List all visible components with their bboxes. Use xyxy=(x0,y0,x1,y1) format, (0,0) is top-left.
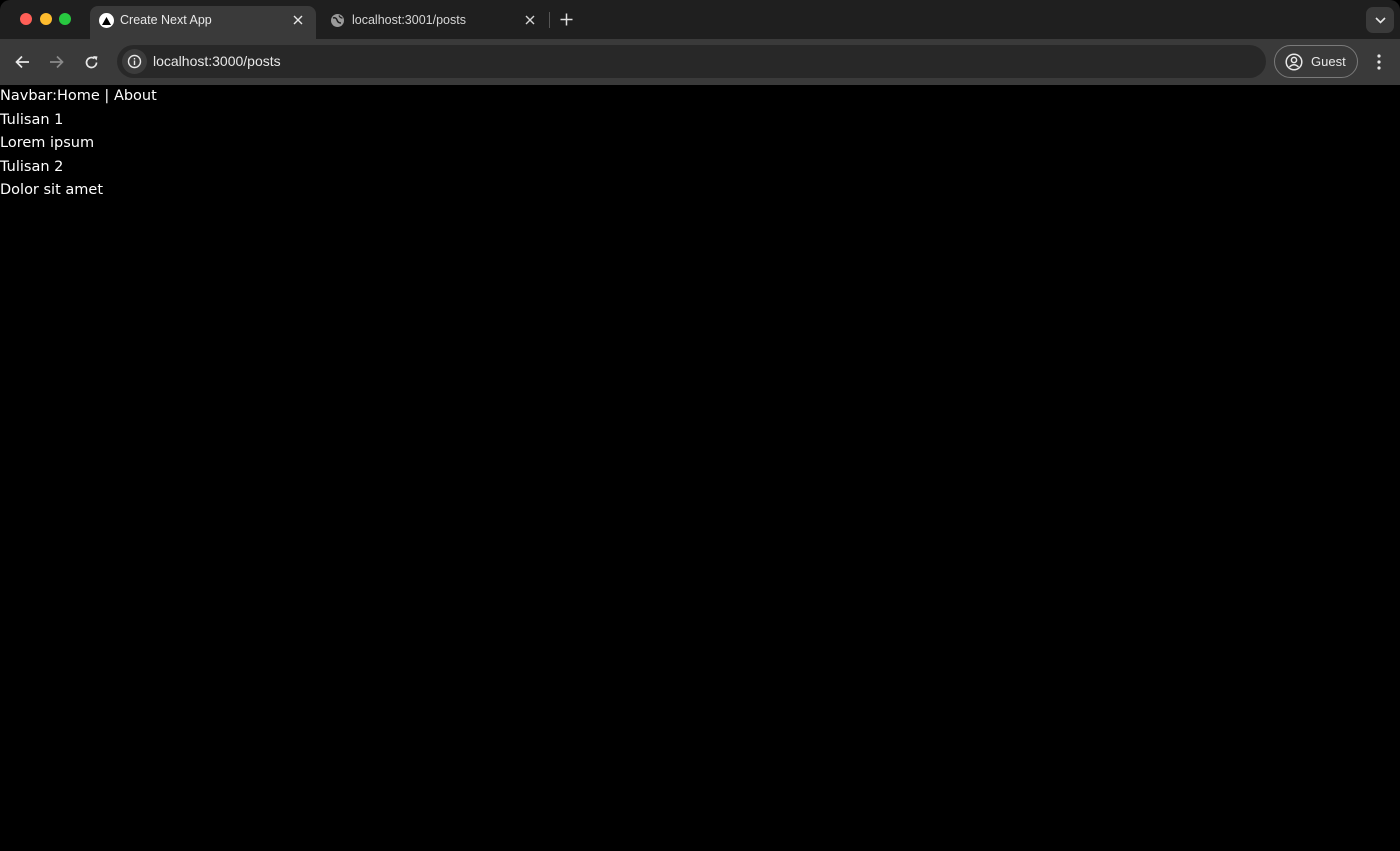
navbar: Navbar:Home | About xyxy=(0,85,1400,109)
navbar-prefix: Navbar: xyxy=(0,88,57,104)
navbar-separator: | xyxy=(99,88,114,104)
more-vertical-icon xyxy=(1377,54,1381,70)
browser-menu-button[interactable] xyxy=(1369,51,1389,73)
url-text[interactable]: localhost:3000/posts xyxy=(153,53,281,69)
chevron-down-icon xyxy=(1374,16,1386,24)
address-bar[interactable]: localhost:3000/posts xyxy=(117,45,1266,78)
reload-button[interactable] xyxy=(80,51,102,73)
new-tab-button[interactable] xyxy=(557,10,575,28)
tab-separator xyxy=(549,12,550,28)
nav-link-home[interactable]: Home xyxy=(57,88,100,104)
arrow-right-icon xyxy=(49,55,64,69)
close-window-button[interactable] xyxy=(20,13,32,25)
reload-icon xyxy=(85,55,97,68)
profile-label: Guest xyxy=(1311,54,1346,69)
tab-localhost-3001[interactable]: localhost:3001/posts xyxy=(322,6,548,39)
globe-icon xyxy=(330,13,345,28)
arrow-left-icon xyxy=(14,55,29,69)
site-info-icon[interactable] xyxy=(122,49,147,74)
profile-avatar-icon xyxy=(1285,53,1303,71)
nextjs-triangle-icon xyxy=(99,13,114,28)
browser-toolbar: localhost:3000/posts Guest xyxy=(0,39,1400,85)
plus-icon xyxy=(560,13,572,25)
tab-title: Create Next App xyxy=(120,13,212,27)
tab-title: localhost:3001/posts xyxy=(352,13,466,27)
back-button[interactable] xyxy=(11,51,33,73)
browser-window: Create Next App localhost:3001/posts loc… xyxy=(0,0,1400,851)
tab-search-button[interactable] xyxy=(1366,7,1394,33)
post-body: Dolor sit amet xyxy=(0,182,104,198)
close-tab-icon[interactable] xyxy=(290,12,306,28)
minimize-window-button[interactable] xyxy=(40,13,52,25)
profile-button[interactable]: Guest xyxy=(1274,45,1358,78)
tab-create-next-app[interactable]: Create Next App xyxy=(90,6,316,39)
nav-link-about[interactable]: About xyxy=(114,88,157,104)
post-title: Tulisan 2 xyxy=(0,158,64,175)
forward-button[interactable] xyxy=(45,51,67,73)
tab-strip: Create Next App localhost:3001/posts xyxy=(0,0,1400,39)
maximize-window-button[interactable] xyxy=(59,13,71,25)
post-body: Lorem ipsum xyxy=(0,135,95,151)
page-content: Navbar:Home | About Tulisan 1 Lorem ipsu… xyxy=(0,85,1400,851)
post-title: Tulisan 1 xyxy=(0,111,64,128)
close-tab-icon[interactable] xyxy=(522,12,538,28)
